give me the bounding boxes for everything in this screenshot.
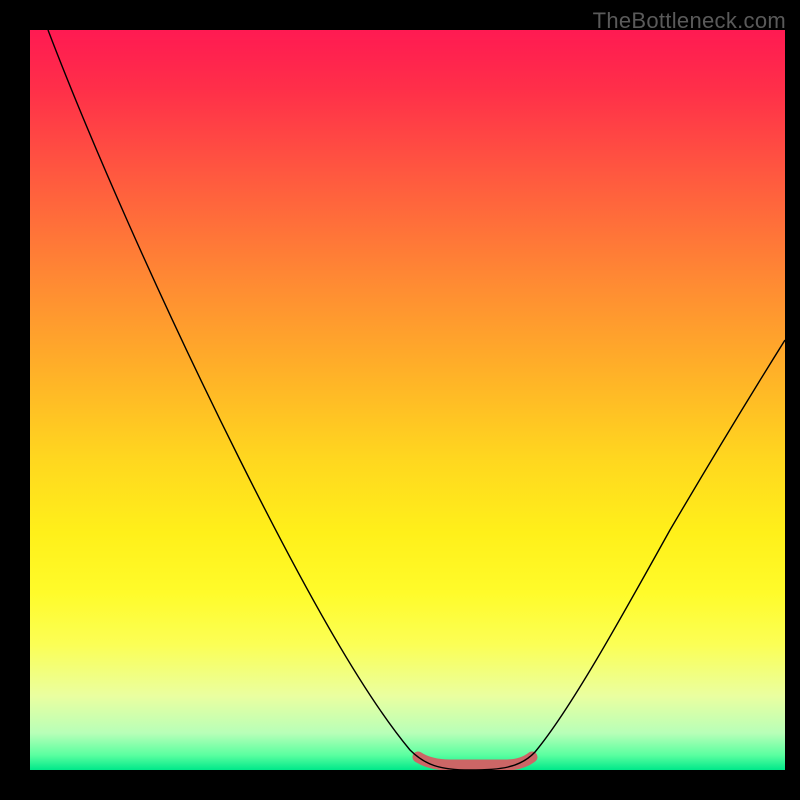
optimal-zone-band [418, 757, 532, 765]
watermark-text: TheBottleneck.com [593, 8, 786, 34]
bottleneck-curve [48, 30, 785, 770]
plot-area [30, 30, 785, 770]
bottleneck-chart [30, 30, 785, 770]
